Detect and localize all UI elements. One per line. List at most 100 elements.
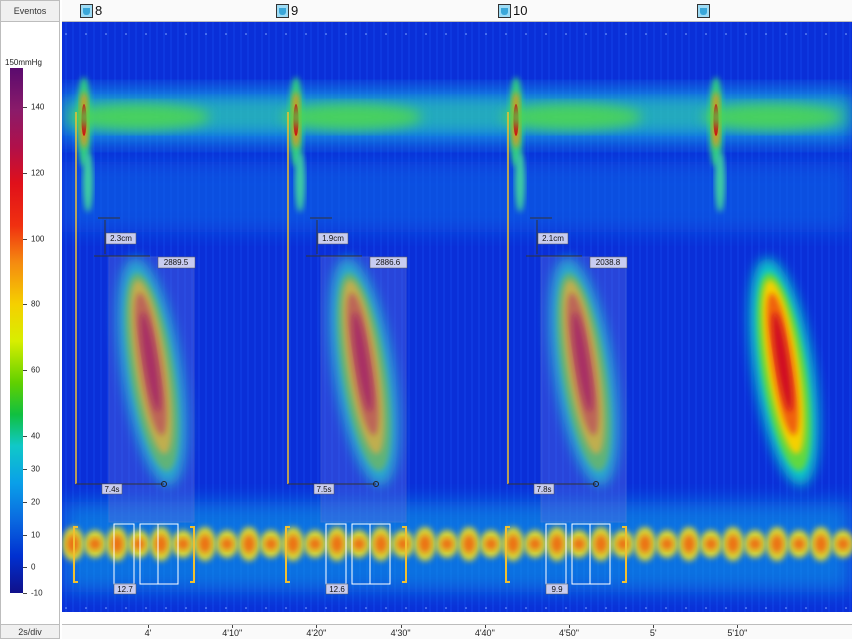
time-tick-mark [484,625,486,628]
les-segment-core [265,538,277,550]
sensor-dot [325,33,327,35]
time-tick-label: 4'30" [390,628,411,638]
sensor-dot [825,33,827,35]
scale-tick-mark [23,304,27,306]
les-segment-core [529,538,541,550]
sensor-dot [145,607,147,609]
sensor-dot [705,607,707,609]
event-marker[interactable]: 8 [80,3,102,19]
les-segment-core [221,538,233,550]
les-segment-core [375,535,387,553]
dci-label: 2886.6 [376,258,401,267]
topography-svg: 2.3cm 2889.5 7.4s 12.7 1.9cm 2886.6 7.5s 12.6 2.… [62,22,852,612]
sensor-dot [725,33,727,35]
time-tick-mark [737,625,739,628]
sensor-dot [125,33,127,35]
scale-tick-label: 10 [31,530,40,540]
les-segment-core [705,538,717,550]
sensor-dot [225,607,227,609]
scale-tick-mark [23,435,27,437]
swallow-cup-icon[interactable] [80,4,93,18]
left-spacer [0,22,60,40]
sensor-dot [545,607,547,609]
les-segment-core [485,538,497,550]
sensor-dot [705,33,707,35]
les-segment-core [309,538,321,550]
sensor-dot [385,607,387,609]
event-marker[interactable] [697,3,712,19]
les-segment-core [595,535,607,553]
sensor-dot [625,33,627,35]
sensor-dot [145,33,147,35]
les-segment-core [287,535,299,553]
pressure-topography-plot[interactable]: 2.3cm 2889.5 7.4s 12.7 1.9cm 2886.6 7.5s 12.6 2.… [62,22,852,612]
sensor-dot [185,607,187,609]
les-segment-core [243,535,255,553]
swallow-cup-icon[interactable] [276,4,289,18]
scale-tick-label: 140 [31,102,45,112]
les-segment-core [639,535,651,553]
dci-box [108,256,195,523]
les-segment-core [815,535,827,553]
scale-tick-label: 120 [31,168,45,178]
scale-tick-label: 30 [31,464,40,474]
dci-box [540,256,627,523]
time-tick-label: 4' [144,628,152,638]
pressure-colorbar [10,68,23,593]
sensor-dot [165,33,167,35]
sensor-dot [365,33,367,35]
scale-tick-mark [23,593,27,594]
bottom-spacer [62,612,852,624]
les-segment-core [661,538,673,550]
sensor-dot [605,607,607,609]
sensor-dot [125,607,127,609]
time-tick-mark [653,625,655,628]
sensor-dot [105,33,107,35]
sensor-dot [345,33,347,35]
sensor-dot [645,33,647,35]
les-segment-core [749,538,761,550]
sensor-dot [845,33,847,35]
distance-label: 1.9cm [322,234,344,243]
les-segment-core [155,535,167,553]
sensor-dot [165,607,167,609]
sensor-dot [65,607,67,609]
scale-tick-mark [23,468,27,470]
events-header-label: Eventos [0,0,60,22]
latency-label: 7.5s [316,485,331,494]
time-tick-mark [400,625,402,628]
irp-label: 12.6 [329,585,345,594]
sensor-dot [625,607,627,609]
event-marker[interactable]: 9 [276,3,298,19]
sensor-dot [305,607,307,609]
sensor-dot [645,607,647,609]
distance-label: 2.3cm [110,234,132,243]
ues-tail [70,104,210,130]
swallow-cup-icon[interactable] [697,4,710,18]
irp-label: 9.9 [551,585,563,594]
sensor-dot [345,607,347,609]
les-segment-core [793,538,805,550]
sensor-dot [565,607,567,609]
sensor-dot [245,33,247,35]
event-marker[interactable]: 10 [498,3,527,19]
swallow-cup-icon[interactable] [498,4,511,18]
scale-tick-mark [23,566,27,568]
ues-tail [502,104,642,130]
sensor-dot [65,33,67,35]
sensor-dot [585,33,587,35]
scale-unit-label: 150mmHg [5,58,42,67]
speed-label[interactable]: 2s/div [0,624,60,639]
scale-tick-mark [23,535,27,537]
sensor-dot [745,33,747,35]
scale-tick-label: 80 [31,299,40,309]
les-segment-core [727,535,739,553]
les-segment-core [177,538,189,550]
scale-tick-mark [23,369,27,371]
pressure-scale: 150mmHg 140 120 100 80 60 40 30 20 10 0 -10 [0,40,60,612]
les-segment-core [463,535,475,553]
scale-tick-label: -10 [31,588,43,598]
sensor-dot [665,607,667,609]
sensor-dot [265,33,267,35]
sensor-dot [525,607,527,609]
